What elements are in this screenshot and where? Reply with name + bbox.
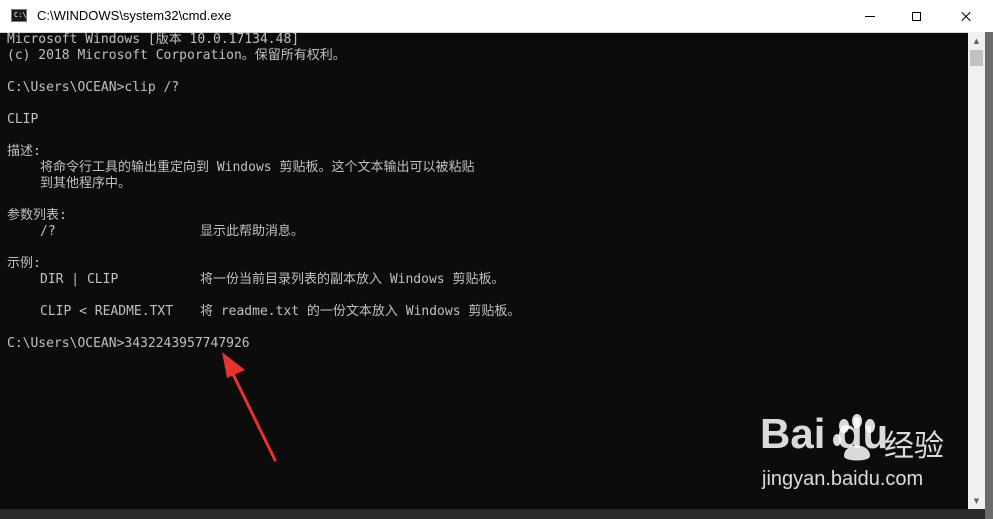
scroll-up-button[interactable]: ▲ — [968, 32, 985, 49]
scroll-thumb[interactable] — [970, 50, 983, 66]
param-flag: /? — [40, 224, 56, 239]
title-bar[interactable]: C:\ C:\WINDOWS\system32\cmd.exe — [0, 0, 993, 33]
close-button[interactable] — [939, 0, 993, 32]
window-title: C:\WINDOWS\system32\cmd.exe — [37, 8, 232, 23]
description-line-2: 到其他程序中。 — [40, 176, 132, 191]
example-cmd-1: DIR | CLIP — [40, 272, 119, 287]
help-title: CLIP — [7, 112, 39, 127]
description-header: 描述: — [7, 144, 41, 159]
maximize-icon — [911, 11, 921, 21]
description-line-1: 将命令行工具的输出重定向到 Windows 剪贴板。这个文本输出可以被粘贴 — [40, 160, 475, 175]
minimize-icon — [865, 15, 875, 17]
paw-icon — [833, 414, 875, 461]
command-line: C:\Users\OCEAN>clip /? — [7, 80, 180, 95]
param-desc: 显示此帮助消息。 — [200, 224, 305, 239]
baidu-watermark: Bai du 经验 jingyan.baidu.com — [760, 410, 990, 505]
example-desc-2: 将 readme.txt 的一份文本放入 Windows 剪贴板。 — [200, 304, 521, 319]
cmd-app-icon[interactable]: C:\ — [11, 9, 27, 22]
watermark-url: jingyan.baidu.com — [762, 468, 924, 490]
watermark-cn-text: 经验 — [884, 429, 944, 464]
banner-line-1: Microsoft Windows [版本 10.0.17134.48] — [7, 32, 300, 47]
scroll-up-arrow-icon: ▲ — [973, 36, 980, 45]
minimize-button[interactable] — [847, 0, 893, 32]
prompt-line: C:\Users\OCEAN>3432243957747926 — [7, 336, 250, 351]
banner-line-2: (c) 2018 Microsoft Corporation。保留所有权利。 — [7, 48, 346, 63]
example-desc-1: 将一份当前目录列表的副本放入 Windows 剪贴板。 — [200, 272, 505, 287]
cmd-window: C:\ C:\WINDOWS\system32\cmd.exe Microsof… — [0, 0, 993, 519]
params-header: 参数列表: — [7, 208, 67, 223]
examples-header: 示例: — [7, 256, 41, 271]
background-strip-bottom — [0, 509, 985, 519]
close-icon — [960, 10, 972, 22]
example-cmd-2: CLIP < README.TXT — [40, 304, 174, 319]
maximize-button[interactable] — [893, 0, 939, 32]
